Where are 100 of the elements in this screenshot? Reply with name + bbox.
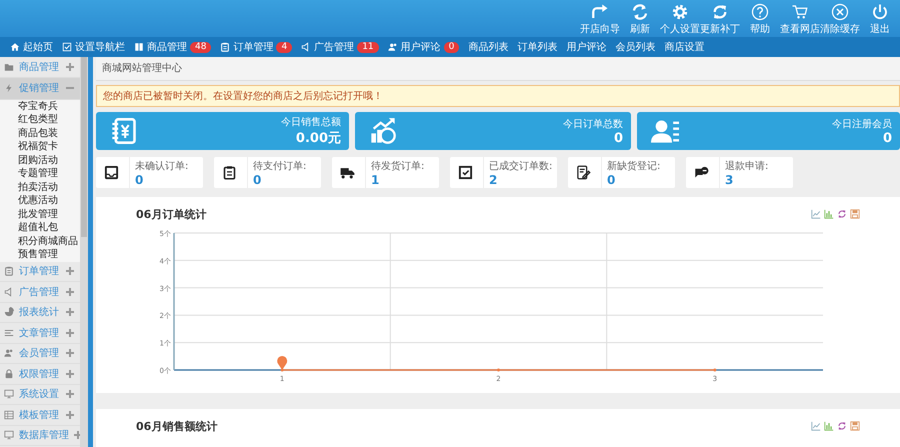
toolbar-button[interactable]: 更新补丁: [700, 3, 740, 36]
counter-label: 已成交订单数:: [489, 160, 552, 172]
lock-icon: [4, 368, 14, 379]
counter-value: 3: [725, 172, 734, 186]
sidebar-item[interactable]: 团购活动: [0, 154, 80, 167]
count-badge: 0: [444, 42, 460, 52]
book-icon: [134, 42, 144, 52]
counter-value: 1: [371, 172, 380, 186]
nav-link[interactable]: 用户评论: [400, 40, 441, 54]
chart-title: 06月订单统计: [136, 207, 206, 222]
clipboard-icon: [222, 165, 237, 180]
nav-link[interactable]: 用户评论: [566, 40, 606, 54]
sidebar-item[interactable]: 祝福贺卡: [0, 140, 80, 154]
monitor-icon: [4, 430, 14, 440]
refresh-icon[interactable]: [837, 420, 847, 431]
truck-icon: [340, 165, 355, 180]
nav-link[interactable]: 广告管理: [314, 40, 354, 54]
collapse-icon: [66, 84, 74, 92]
counter-label: 新缺货登记:: [607, 160, 660, 172]
card-label: 今日注册会员: [832, 118, 892, 130]
lightning-icon: [4, 83, 14, 93]
toolbar-button[interactable]: 刷新: [620, 3, 660, 36]
refresh-icon[interactable]: [837, 209, 847, 219]
nav-link[interactable]: 起始页: [23, 40, 53, 54]
inbox-icon: [104, 165, 119, 180]
expand-icon: [66, 349, 74, 358]
nav-link[interactable]: 会员列表: [615, 40, 656, 54]
toolbar-button[interactable]: 帮助: [740, 3, 780, 36]
counter-value: 0: [135, 172, 144, 186]
expand-icon: [74, 431, 80, 440]
close-icon: [831, 3, 849, 21]
card-value: 0: [882, 130, 892, 146]
nav-link[interactable]: 商店设置: [664, 40, 704, 54]
card-label: 今日订单总数: [563, 118, 623, 130]
nav-link[interactable]: 商品管理: [147, 40, 187, 54]
breadcrumb: 商城网站管理中心: [96, 57, 900, 81]
expand-icon: [66, 410, 74, 419]
counter-label: 退款申请:: [725, 160, 768, 172]
home-icon: [10, 42, 20, 52]
card-label: 今日销售总额: [281, 116, 341, 129]
data-point: [713, 368, 716, 372]
sync-icon: [631, 3, 649, 21]
expand-icon: [66, 328, 74, 337]
users-icon: [388, 42, 398, 52]
sidebar-item[interactable]: 预售管理: [0, 248, 80, 262]
toolbar-button[interactable]: 个人设置: [660, 3, 700, 36]
nav-link[interactable]: 设置导航栏: [75, 40, 125, 54]
line-chart-icon[interactable]: [811, 420, 821, 431]
pie-chart-icon: [4, 307, 14, 318]
edit-icon: [576, 165, 591, 180]
cart-icon: [791, 3, 809, 21]
sidebar-item[interactable]: 红包类型: [0, 113, 80, 126]
sidebar-item[interactable]: 商品包装: [0, 126, 80, 140]
nav-link[interactable]: 订单列表: [517, 40, 558, 54]
toolbar-button[interactable]: 退出: [860, 3, 900, 36]
checkbox-icon: [458, 165, 473, 180]
sidebar-item[interactable]: 批发管理: [0, 208, 80, 221]
counter-value: 0: [253, 172, 262, 186]
sidebar-item[interactable]: 超值礼包: [0, 221, 80, 234]
counter-value: 0: [607, 172, 616, 186]
bar-chart-icon[interactable]: [824, 209, 834, 219]
counter-value: 2: [489, 172, 498, 186]
list-icon: [4, 328, 14, 338]
scrollbar-thumb[interactable]: [81, 57, 87, 237]
expand-icon: [66, 267, 74, 276]
counter-label: 待支付订单:: [253, 160, 306, 172]
expand-icon: [66, 370, 74, 378]
bar-chart-icon[interactable]: [824, 420, 834, 431]
line-chart-icon[interactable]: [811, 209, 821, 219]
sidebar-item[interactable]: 专题管理: [0, 167, 80, 180]
save-icon[interactable]: [850, 420, 860, 431]
expand-icon: [66, 308, 74, 316]
nav-link[interactable]: 商品列表: [468, 40, 508, 54]
expand-icon: [66, 390, 74, 398]
sidebar-item[interactable]: 优惠活动: [0, 194, 80, 208]
notice-banner: 您的商店已被暂时关闭。在设置好您的商店之后别忘记打开哦！: [96, 85, 900, 107]
refresh-icon: [711, 3, 729, 21]
toolbar-button[interactable]: 查看网店: [780, 3, 820, 36]
sidebar-item[interactable]: 拍卖活动: [0, 180, 80, 194]
count-badge: 4: [276, 42, 292, 52]
toolbar-button[interactable]: 清除缓存: [820, 3, 860, 36]
card-value: 0: [614, 130, 623, 146]
sidebar-item[interactable]: 夺宝奇兵: [0, 100, 80, 113]
scrollbar[interactable]: [80, 57, 88, 447]
save-icon[interactable]: [850, 209, 860, 219]
speaker-icon: [4, 286, 14, 297]
counter-label: 未确认订单:: [135, 160, 188, 172]
nav-link[interactable]: 订单管理: [233, 40, 274, 54]
settings-icon: [671, 3, 689, 21]
toolbar-button[interactable]: 开店向导: [580, 3, 620, 36]
chat-icon: [694, 165, 709, 180]
count-badge: 48: [190, 42, 212, 52]
card-value: 0.00元: [296, 130, 341, 147]
growth-chart-icon: [369, 117, 397, 145]
sidebar-item[interactable]: 积分商城商品: [0, 234, 80, 248]
share-arrow-icon: [591, 3, 609, 21]
checkbox-icon: [62, 42, 72, 52]
sidebar-group[interactable]: 促销管理: [0, 78, 80, 100]
users-icon: [4, 348, 14, 358]
clipboard-icon: [220, 42, 230, 52]
